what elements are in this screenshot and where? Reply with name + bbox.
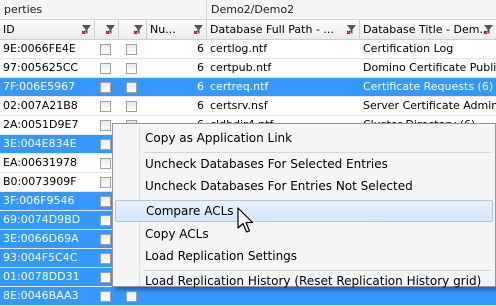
- filter-icon[interactable]: [347, 25, 356, 34]
- cell-id: 02:007A21B8: [3, 99, 78, 112]
- column-header-num[interactable]: Nu...: [147, 20, 207, 39]
- checkbox-icon[interactable]: [100, 234, 111, 245]
- cell-path: certsrv.nsf: [210, 99, 268, 112]
- checkbox-icon[interactable]: [100, 253, 111, 264]
- checkbox-icon[interactable]: [100, 272, 111, 283]
- column-header-row: ID Nu... Database Full Path - ... Databa…: [0, 20, 496, 40]
- cell-id: 8E:0046BAA3: [3, 289, 79, 302]
- checkbox-icon[interactable]: [100, 120, 111, 131]
- cell-id: 97:005625CC: [3, 61, 79, 74]
- filter-icon[interactable]: [194, 25, 203, 34]
- column-id-label: ID: [3, 23, 15, 36]
- table-row[interactable]: 02:007A21B8 6 certsrv.nsf Server Certificat…: [0, 97, 496, 116]
- menu-item-copy-app-link[interactable]: Copy as Application Link: [115, 127, 493, 149]
- cell-id: 2A:0051D9E7: [3, 118, 79, 131]
- filter-icon[interactable]: [134, 25, 143, 34]
- checkbox-icon[interactable]: [100, 215, 111, 226]
- cell-id: 3F:006F9546: [3, 194, 75, 207]
- column-header-id[interactable]: ID: [0, 20, 95, 39]
- filter-icon[interactable]: [106, 25, 115, 34]
- checkbox-icon[interactable]: [100, 291, 111, 302]
- checkbox-icon[interactable]: [100, 63, 111, 74]
- checkbox-icon[interactable]: [100, 196, 111, 207]
- menu-item-load-replication-history[interactable]: Load Replication History (Reset Replicat…: [115, 270, 493, 292]
- cell-id: 93:004F5C4C: [3, 251, 78, 264]
- checkbox-icon[interactable]: [126, 82, 137, 93]
- checkbox-icon[interactable]: [126, 101, 137, 112]
- column-path-label: Database Full Path - ...: [210, 23, 334, 36]
- table-row[interactable]: 7F:006E5967 6 certreq.ntf Certificate Reque…: [0, 78, 496, 97]
- cell-num: 6: [197, 42, 204, 55]
- checkbox-icon[interactable]: [100, 177, 111, 188]
- group-header-properties: perties: [0, 0, 207, 20]
- checkbox-icon[interactable]: [100, 44, 111, 55]
- cell-num: 6: [197, 99, 204, 112]
- menu-item-compare-acls[interactable]: Compare ACLs: [115, 200, 493, 222]
- cell-path: certpub.ntf: [210, 61, 272, 74]
- cell-title: Domino Certificate Public: [363, 61, 496, 74]
- cell-id: 69:0074D9BD: [3, 213, 81, 226]
- cell-id: EA:00631978: [3, 156, 77, 169]
- cell-path: certlog.ntf: [210, 42, 268, 55]
- filter-icon[interactable]: [82, 25, 91, 34]
- column-header-title[interactable]: Database Title - Dem...: [360, 20, 496, 39]
- checkbox-icon[interactable]: [126, 44, 137, 55]
- column-header-check1[interactable]: [95, 20, 119, 39]
- checkbox-icon[interactable]: [100, 139, 111, 150]
- checkbox-icon[interactable]: [100, 158, 111, 169]
- checkbox-icon[interactable]: [126, 63, 137, 74]
- cell-id: 3E:0066D69A: [3, 232, 79, 245]
- column-header-path[interactable]: Database Full Path - ...: [207, 20, 360, 39]
- cell-path: certreq.ntf: [210, 80, 269, 93]
- cell-id: 3E:004E834E: [3, 137, 77, 150]
- table-row[interactable]: 97:005625CC 6 certpub.ntf Domino Certificat…: [0, 59, 496, 78]
- column-num-label: Nu...: [150, 23, 176, 36]
- group-header-server: Demo2/Demo2: [207, 0, 496, 20]
- filter-icon[interactable]: [484, 25, 493, 34]
- mouse-cursor-icon: [237, 207, 254, 233]
- cell-id: 9E:0066FE4E: [3, 42, 76, 55]
- menu-item-load-replication-settings[interactable]: Load Replication Settings: [115, 245, 493, 267]
- checkbox-icon[interactable]: [126, 291, 137, 302]
- cell-num: 6: [197, 61, 204, 74]
- menu-item-uncheck-selected[interactable]: Uncheck Databases For Selected Entries: [115, 153, 493, 175]
- cell-id: B0:0073909F: [3, 175, 77, 188]
- context-menu: Copy as Application Link Uncheck Databas…: [112, 123, 496, 288]
- cell-title: Server Certificate Admin: [363, 99, 496, 112]
- menu-item-copy-acls[interactable]: Copy ACLs: [115, 223, 493, 245]
- cell-title: Certification Log: [363, 42, 454, 55]
- checkbox-icon[interactable]: [100, 82, 111, 93]
- column-header-check2[interactable]: [119, 20, 147, 39]
- cell-title: Certificate Requests (6): [363, 80, 494, 93]
- checkbox-icon[interactable]: [100, 101, 111, 112]
- column-title-label: Database Title - Dem...: [363, 23, 490, 36]
- cell-id: 01:0078DD31: [3, 270, 80, 283]
- menu-item-uncheck-not-selected[interactable]: Uncheck Databases For Entries Not Select…: [115, 175, 493, 197]
- table-row[interactable]: 9E:0066FE4E 6 certlog.ntf Certification Log: [0, 40, 496, 59]
- cell-num: 6: [197, 80, 204, 93]
- cell-id: 7F:006E5967: [3, 80, 76, 93]
